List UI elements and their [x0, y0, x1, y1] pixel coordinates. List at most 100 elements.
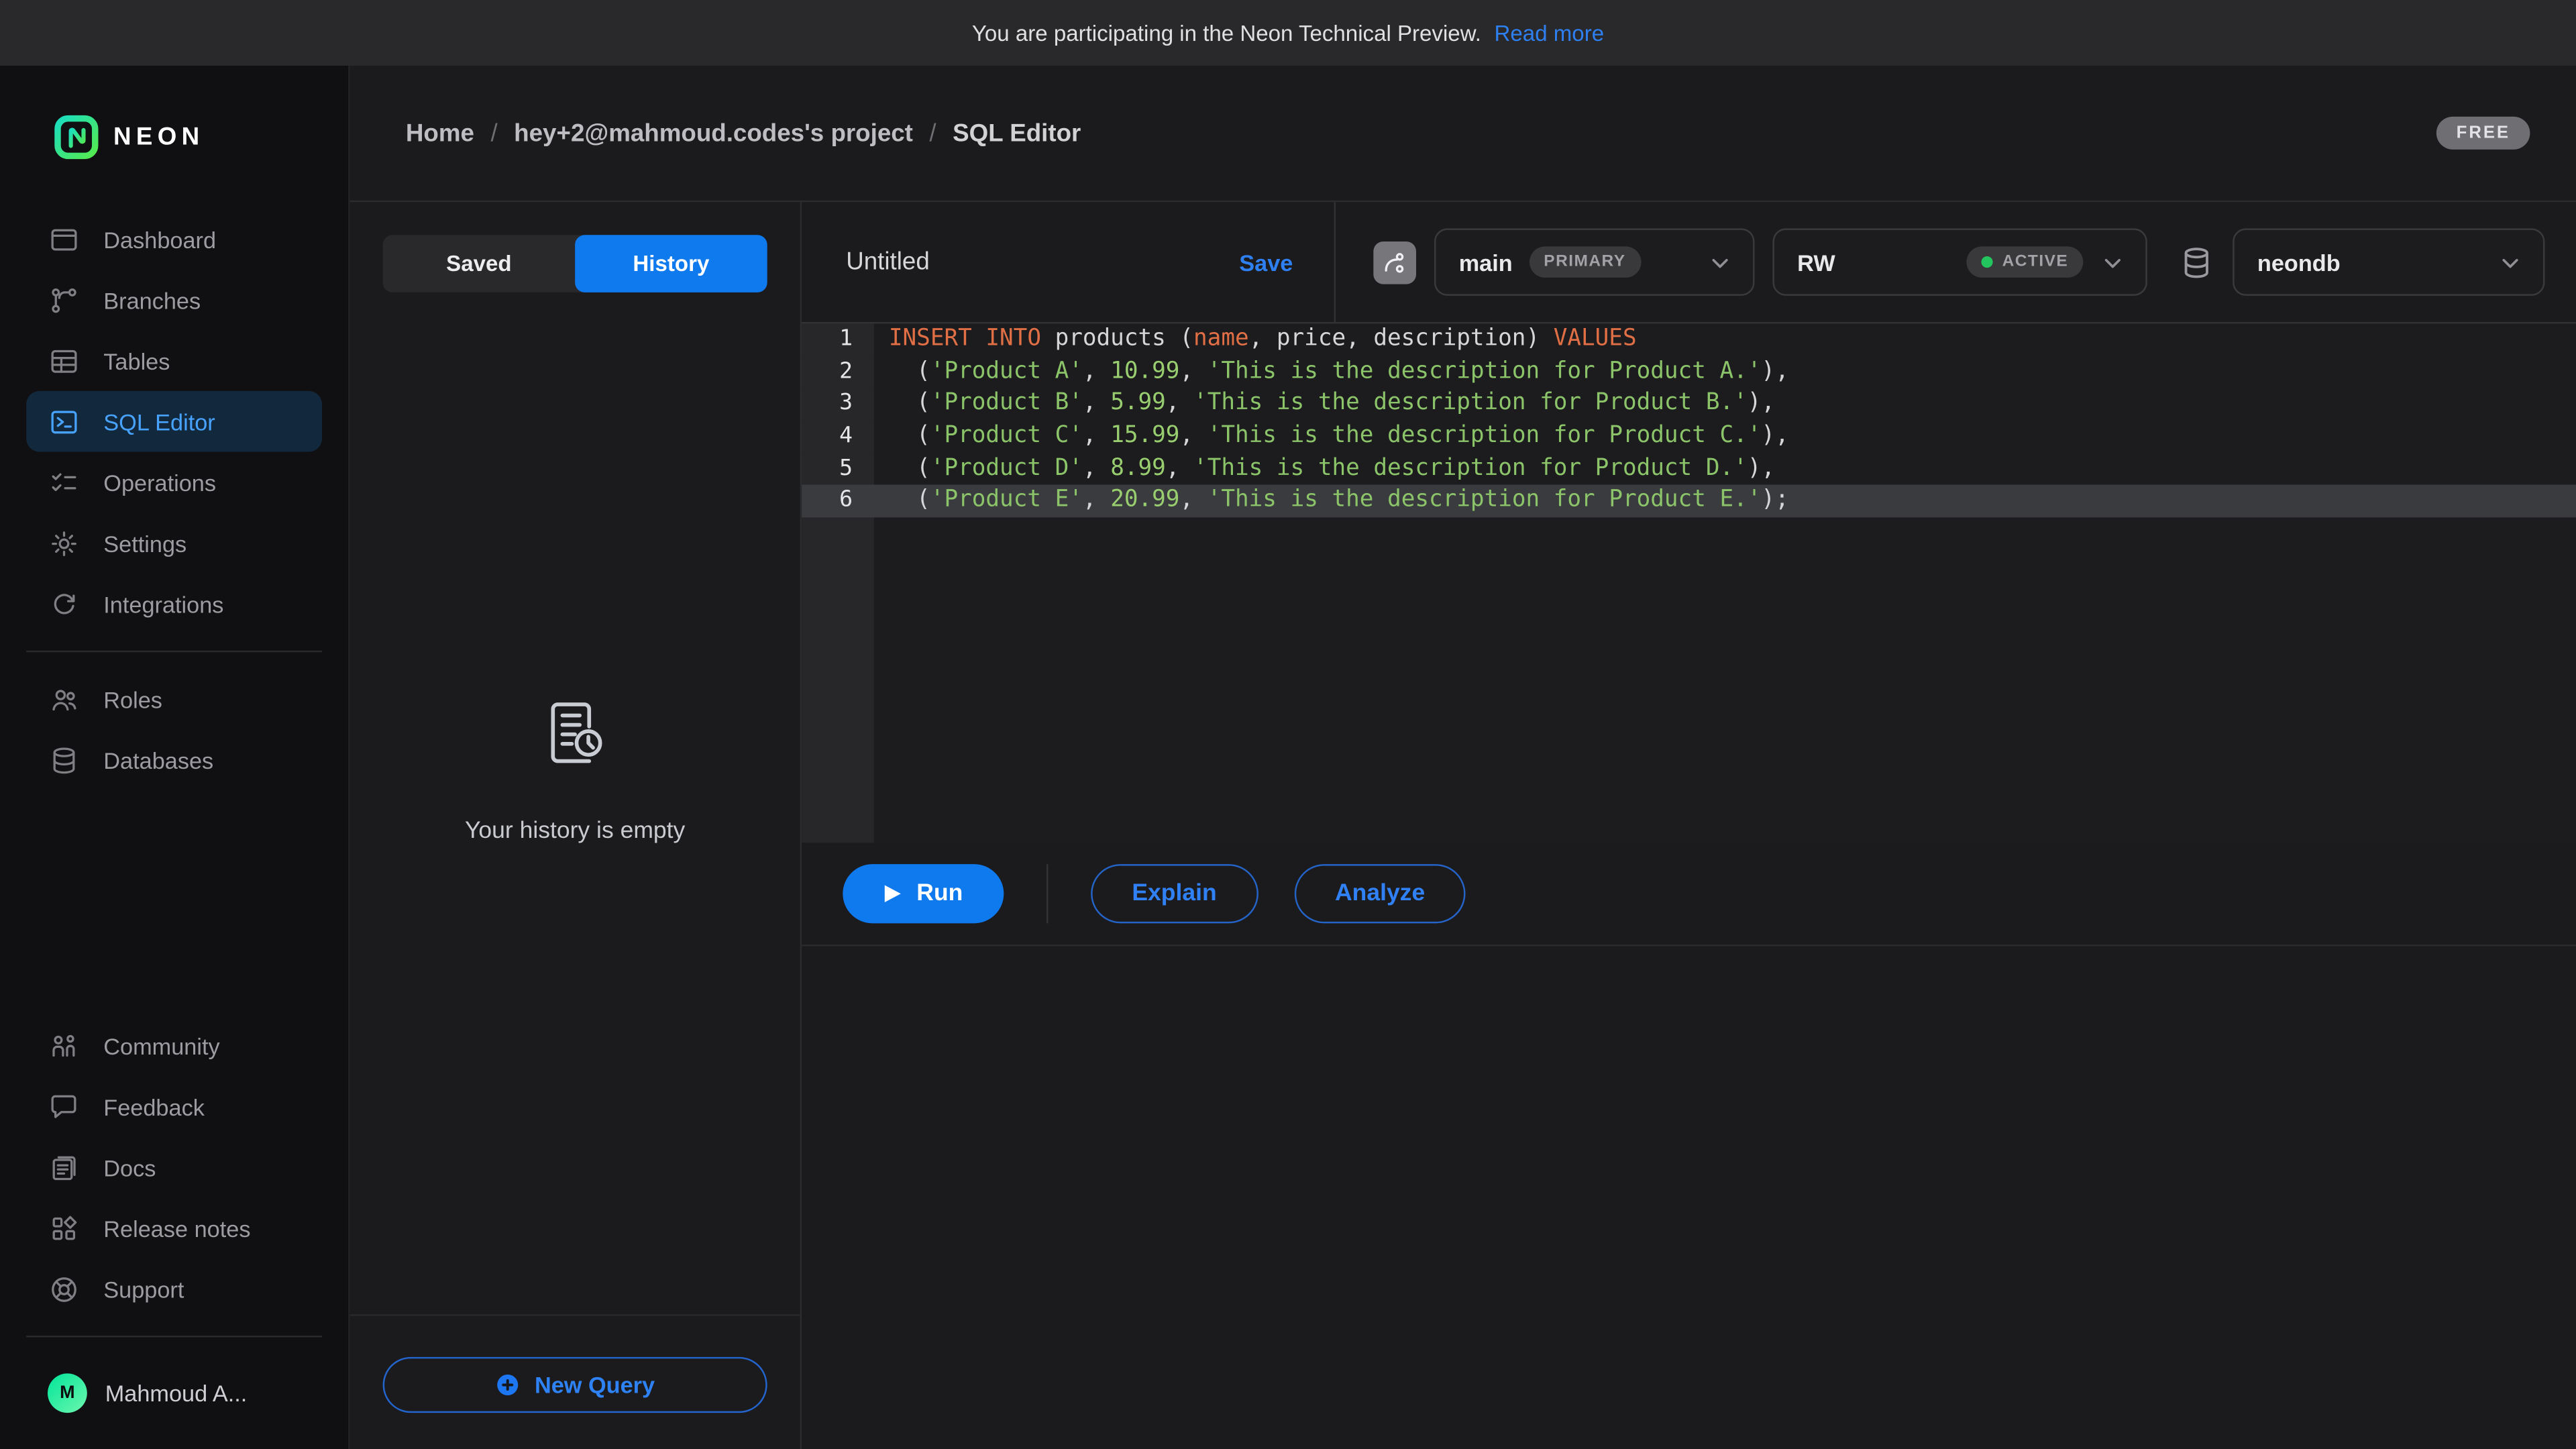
code-line[interactable]: 1 INSERT INTO products (name, price, des… — [802, 323, 2576, 356]
sidebar-item-dashboard[interactable]: Dashboard — [26, 209, 322, 270]
new-query-label: New Query — [535, 1372, 655, 1398]
sql-editor-panel: Untitled Save main — [802, 202, 2576, 1449]
database-name: neondb — [2257, 249, 2341, 275]
line-source: ('Product C', 15.99, 'This is the descri… — [874, 421, 1789, 453]
compute-select[interactable]: RW ACTIVE — [1772, 228, 2147, 295]
plan-badge: FREE — [2436, 117, 2530, 150]
support-icon — [48, 1273, 80, 1305]
breadcrumb-project[interactable]: hey+2@mahmoud.codes's project — [514, 119, 913, 148]
line-number: 3 — [802, 388, 874, 421]
user-name: Mahmoud A... — [105, 1380, 248, 1406]
primary-badge: PRIMARY — [1529, 246, 1640, 278]
play-icon — [883, 884, 902, 904]
history-footer: New Query — [350, 1314, 800, 1449]
code-line[interactable]: 6 ('Product E', 20.99, 'This is the desc… — [802, 486, 2576, 518]
line-source: ('Product A', 10.99, 'This is the descri… — [874, 356, 1789, 388]
databases-icon — [48, 743, 80, 776]
line-number: 2 — [802, 356, 874, 388]
database-select[interactable]: neondb — [2233, 228, 2544, 295]
branch-icon-button[interactable] — [1373, 241, 1416, 284]
user-menu[interactable]: M Mahmoud A... — [0, 1373, 348, 1413]
sidebar-item-release-notes[interactable]: Release notes — [26, 1197, 322, 1258]
neon-logo-icon — [54, 115, 99, 159]
sidebar-item-databases[interactable]: Databases — [26, 729, 322, 790]
breadcrumb-current-page: SQL Editor — [953, 119, 1081, 148]
actions-divider — [1046, 864, 1048, 923]
line-number: 5 — [802, 453, 874, 485]
sidebar-item-roles[interactable]: Roles — [26, 669, 322, 730]
line-source: ('Product B', 5.99, 'This is the descrip… — [874, 388, 1775, 421]
branch-name: main — [1459, 249, 1513, 275]
sidebar-nav-footer: Community Feedback Docs Release notes Su… — [0, 1015, 348, 1319]
sidebar-item-sql-editor[interactable]: SQL Editor — [26, 391, 322, 452]
sql-editor-icon — [48, 405, 80, 438]
release-notes-icon — [48, 1212, 80, 1244]
query-title[interactable]: Untitled — [846, 248, 930, 276]
breadcrumb-separator: / — [929, 119, 936, 148]
integrations-icon — [48, 588, 80, 621]
sql-code-area[interactable]: 1 INSERT INTO products (name, price, des… — [802, 323, 2576, 843]
line-source: INSERT INTO products (name, price, descr… — [874, 323, 1637, 356]
community-icon — [48, 1029, 80, 1062]
sidebar-item-operations[interactable]: Operations — [26, 451, 322, 513]
results-area — [802, 947, 2576, 1449]
sidebar-nav-primary: Dashboard Branches Tables SQL Editor Ope… — [0, 209, 348, 634]
active-badge: ACTIVE — [1966, 246, 2084, 278]
tables-icon — [48, 344, 80, 377]
banner-message: You are participating in the Neon Techni… — [972, 21, 1481, 46]
connection-selectors: main PRIMARY RW ACTIVE — [1336, 228, 2576, 295]
sidebar-item-branches[interactable]: Branches — [26, 270, 322, 331]
feedback-icon — [48, 1090, 80, 1123]
line-number: 1 — [802, 323, 874, 356]
code-line[interactable]: 5 ('Product D', 8.99, 'This is the descr… — [802, 453, 2576, 485]
sidebar-item-tables[interactable]: Tables — [26, 330, 322, 391]
sidebar-footer-divider — [26, 1336, 322, 1337]
analyze-button[interactable]: Analyze — [1294, 864, 1466, 923]
code-line[interactable]: 4 ('Product C', 15.99, 'This is the desc… — [802, 421, 2576, 453]
gear-icon — [48, 527, 80, 559]
sidebar-item-integrations[interactable]: Integrations — [26, 574, 322, 635]
editor-actions: Run Explain Analyze — [802, 843, 2576, 946]
history-panel: Saved History Your hist — [350, 202, 802, 1449]
topbar: Home / hey+2@mahmoud.codes's project / S… — [350, 66, 2576, 202]
sidebar-item-docs[interactable]: Docs — [26, 1137, 322, 1198]
code-line[interactable]: 3 ('Product B', 5.99, 'This is the descr… — [802, 388, 2576, 421]
breadcrumb-separator: / — [490, 119, 497, 148]
line-number: 6 — [802, 486, 874, 518]
sidebar-item-community[interactable]: Community — [26, 1015, 322, 1076]
branches-icon — [48, 283, 80, 316]
chevron-down-icon — [2100, 249, 2126, 275]
chevron-down-icon — [1707, 249, 1733, 275]
operations-icon — [48, 466, 80, 498]
save-button[interactable]: Save — [1239, 249, 1293, 275]
docs-icon — [48, 1151, 80, 1184]
history-empty-icon — [537, 696, 613, 772]
branch-select[interactable]: main PRIMARY — [1434, 228, 1755, 295]
branch-icon — [1382, 249, 1408, 275]
roles-icon — [48, 683, 80, 716]
line-number: 4 — [802, 421, 874, 453]
history-empty-message: Your history is empty — [465, 818, 685, 845]
sidebar-nav-secondary: Roles Databases — [0, 669, 348, 790]
sidebar-item-feedback[interactable]: Feedback — [26, 1076, 322, 1137]
sidebar-item-settings[interactable]: Settings — [26, 513, 322, 574]
history-empty-state: Your history is empty — [350, 227, 800, 1314]
neon-logo[interactable]: NEON — [0, 115, 348, 159]
sidebar-item-support[interactable]: Support — [26, 1258, 322, 1320]
breadcrumb-home[interactable]: Home — [406, 119, 474, 148]
dashboard-icon — [48, 223, 80, 256]
sidebar: NEON Dashboard Branches Tables SQL Edito… — [0, 66, 350, 1449]
code-line[interactable]: 2 ('Product A', 10.99, 'This is the desc… — [802, 356, 2576, 388]
new-query-button[interactable]: New Query — [383, 1357, 767, 1413]
tech-preview-banner: You are participating in the Neon Techni… — [0, 0, 2576, 66]
breadcrumb: Home / hey+2@mahmoud.codes's project / S… — [406, 119, 1081, 148]
compute-name: RW — [1797, 249, 1835, 275]
neon-console-window: You are participating in the Neon Techni… — [0, 0, 2576, 1449]
editor-header: Untitled Save main — [802, 202, 2576, 323]
read-more-link[interactable]: Read more — [1495, 21, 1605, 46]
explain-button[interactable]: Explain — [1091, 864, 1258, 923]
avatar: M — [48, 1373, 87, 1413]
plus-circle-icon — [495, 1372, 521, 1398]
line-source: ('Product D', 8.99, 'This is the descrip… — [874, 453, 1775, 485]
run-button[interactable]: Run — [843, 864, 1004, 923]
